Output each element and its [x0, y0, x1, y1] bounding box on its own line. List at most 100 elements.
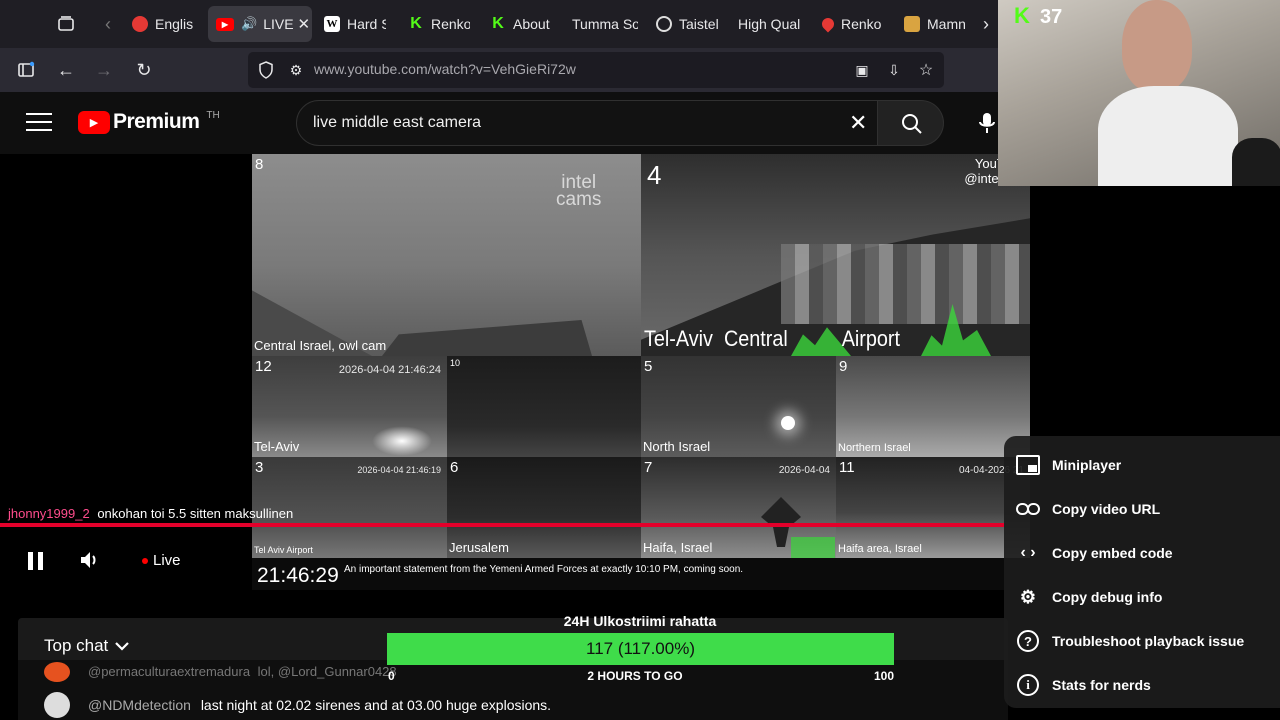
- bookmark-star-icon[interactable]: ☆: [912, 56, 940, 84]
- url-text[interactable]: www.youtube.com/watch?v=VehGieRi72w: [314, 61, 576, 77]
- search-box[interactable]: live middle east camera ✕: [296, 100, 878, 146]
- reload-icon[interactable]: ↻: [130, 56, 158, 84]
- goal-max-label: 100: [874, 669, 895, 683]
- camera-number: 4: [647, 160, 662, 190]
- menu-label: Copy video URL: [1052, 501, 1161, 517]
- sidebar-toggle-icon[interactable]: [12, 56, 40, 84]
- menu-label: Copy embed code: [1052, 545, 1173, 561]
- menu-item-stats[interactable]: i Stats for nerds: [1004, 663, 1280, 707]
- camera-label: North Israel: [643, 439, 711, 454]
- tab-overview-icon[interactable]: [52, 10, 80, 38]
- goal-value: 117 (117.00%): [586, 639, 695, 658]
- forward-icon[interactable]: →: [90, 56, 118, 84]
- tab-favicon-icon: [656, 16, 672, 32]
- search-icon: [902, 114, 922, 134]
- clear-search-icon[interactable]: ✕: [849, 110, 867, 136]
- intelcams-watermark: intel cams: [556, 173, 601, 209]
- camera-number: 3: [255, 459, 264, 476]
- search-button[interactable]: [878, 100, 944, 146]
- camera-number: 9: [839, 358, 848, 375]
- camera-cell-10: 10: [447, 356, 641, 457]
- progress-bar[interactable]: [0, 523, 1004, 527]
- kick-favicon-icon: K: [492, 15, 504, 32]
- tab-favicon-icon: [822, 15, 837, 33]
- tab-label: High Qual: [738, 16, 800, 32]
- chevron-down-icon: [115, 642, 130, 651]
- camera-label: Central Israel, owl cam: [254, 338, 387, 353]
- chat-mode-selector[interactable]: Top chat: [44, 636, 130, 656]
- tab-englis[interactable]: Englis: [132, 6, 198, 42]
- search-input[interactable]: live middle east camera: [313, 114, 481, 132]
- menu-item-copy-url[interactable]: Copy video URL: [1004, 487, 1280, 531]
- tab-mamn[interactable]: Mamn: [904, 6, 966, 42]
- download-icon[interactable]: ⇩: [880, 56, 908, 84]
- menu-label: Miniplayer: [1052, 457, 1122, 473]
- chat-text: lol, @Lord_Gunnar0428: [257, 664, 397, 679]
- camera-timestamp: 2026-04-04 21:46:24: [338, 364, 441, 376]
- tab-close-icon[interactable]: ✕: [298, 15, 311, 33]
- reader-view-icon[interactable]: ▣: [848, 56, 876, 84]
- tab-label: About: [513, 16, 550, 32]
- site-permissions-icon[interactable]: ⚙: [282, 56, 310, 84]
- light-point: [781, 416, 795, 430]
- camera-cell-4: 4 Tel-Aviv Central Airport YouTube @inte…: [641, 154, 1030, 356]
- chat-message-partial: @permaculturaextremadura lol, @Lord_Gunn…: [88, 664, 397, 679]
- tab-live[interactable]: ▶ 🔊 LIVE ✕: [208, 6, 312, 42]
- camera-cell-12: 12 2026-04-04 21:46:24 Tel-Aviv: [252, 356, 447, 457]
- webcam-chair: [1232, 138, 1280, 186]
- address-bar[interactable]: ⚙ www.youtube.com/watch?v=VehGieRi72w ▣ …: [248, 52, 944, 88]
- webcam-head: [1122, 0, 1192, 92]
- tab-about[interactable]: K About: [490, 6, 552, 42]
- camera-cell-8: 8 Central Israel, owl cam intel cams: [252, 154, 641, 356]
- hamburger-menu-icon[interactable]: [26, 110, 52, 132]
- kick-favicon-icon: K: [410, 15, 422, 32]
- youtube-favicon-icon: ▶: [216, 17, 234, 31]
- camera-number: 7: [644, 459, 653, 476]
- tab-tumma[interactable]: Tumma So: [572, 6, 638, 42]
- tab-taistel[interactable]: Taistel: [656, 6, 718, 42]
- camera-label: Jerusalem: [449, 540, 509, 555]
- tab-favicon-icon: [132, 16, 148, 32]
- live-dot-icon: [142, 557, 148, 564]
- camera-cell-6: 6 Jerusalem: [447, 457, 641, 558]
- goal-time-left: 2 HOURS TO GO: [587, 669, 683, 683]
- back-icon[interactable]: ←: [52, 56, 80, 84]
- shield-icon[interactable]: [252, 56, 280, 84]
- chat-message: @NDMdetection last night at 02.02 sirene…: [88, 697, 551, 713]
- tab-hard[interactable]: W Hard S: [324, 6, 386, 42]
- youtube-play-icon: ▶: [78, 110, 110, 134]
- camera-number: 12: [255, 358, 272, 375]
- chat-text: onkohan toi 5.5 sitten maksullinen: [97, 506, 294, 521]
- menu-item-copy-debug[interactable]: ⚙ Copy debug info: [1004, 575, 1280, 619]
- camera-cell-9: 9 Northern Israel: [836, 356, 1030, 457]
- camera-label: Tel Aviv Airport: [254, 545, 313, 555]
- youtube-logo[interactable]: ▶ Premium TH: [78, 110, 220, 134]
- speaker-icon[interactable]: 🔊: [241, 16, 257, 32]
- building-silhouette: [382, 320, 592, 356]
- menu-item-troubleshoot[interactable]: ? Troubleshoot playback issue: [1004, 619, 1280, 663]
- link-icon: [1016, 497, 1040, 521]
- tab-renko-2[interactable]: Renko: [822, 6, 884, 42]
- tab-renko[interactable]: K Renko: [408, 6, 470, 42]
- live-indicator[interactable]: Live: [142, 552, 181, 569]
- wikipedia-favicon-icon: W: [324, 16, 340, 32]
- camera-cell-7: 7 2026-04-04 Haifa, Israel: [641, 457, 836, 558]
- voice-search-icon[interactable]: [974, 107, 1000, 139]
- tab-label: Englis: [155, 16, 194, 32]
- camera-label: Haifa, Israel: [643, 540, 713, 555]
- pixelated-area: [781, 244, 1030, 324]
- webcam-shirt: [1098, 86, 1238, 186]
- pause-icon[interactable]: [24, 550, 46, 572]
- tab-favicon-icon: [904, 16, 920, 32]
- avatar: [44, 692, 70, 718]
- tab-high-qual[interactable]: High Qual: [738, 6, 800, 42]
- menu-label: Stats for nerds: [1052, 677, 1151, 693]
- menu-item-miniplayer[interactable]: Miniplayer: [1004, 443, 1280, 487]
- tab-label: Mamn: [927, 16, 966, 32]
- kick-logo-icon: K: [1014, 3, 1030, 28]
- volume-icon[interactable]: [78, 548, 104, 574]
- tab-scroll-right-icon[interactable]: ›: [972, 10, 1000, 38]
- tab-scroll-left-icon[interactable]: ‹: [94, 10, 122, 38]
- chat-mode-label: Top chat: [44, 636, 109, 655]
- menu-item-copy-embed[interactable]: ‹ › Copy embed code: [1004, 531, 1280, 575]
